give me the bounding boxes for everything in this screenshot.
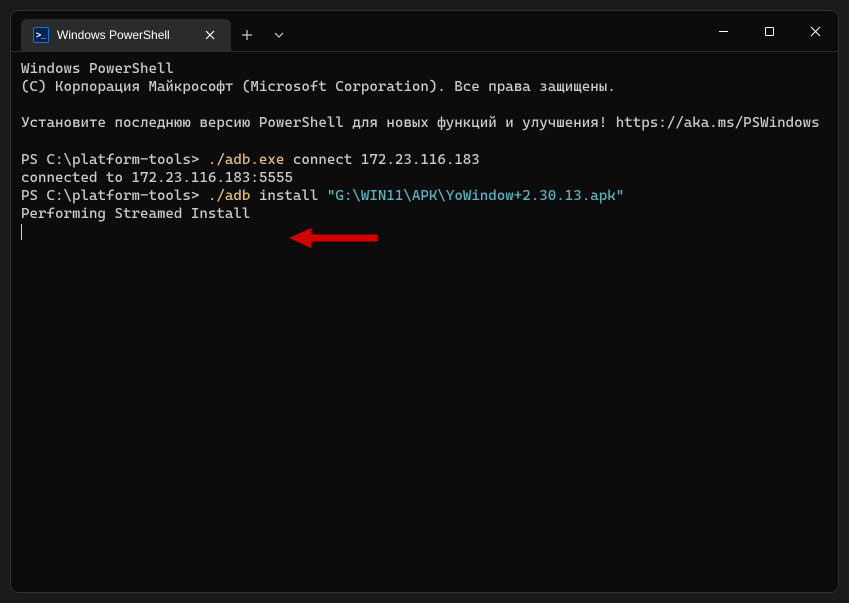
tab-title: Windows PowerShell <box>57 28 193 42</box>
chevron-down-icon <box>274 32 284 38</box>
prompt: PS C:\platform-tools> <box>21 152 208 168</box>
new-tab-button[interactable] <box>231 19 263 51</box>
powershell-icon: >_ <box>33 27 49 43</box>
command-executable: ./adb <box>208 188 250 204</box>
tab-powershell[interactable]: >_ Windows PowerShell <box>21 19 231 51</box>
command-path-string: "G:\WIN11\APK\YoWindow+2.30.13.apk" <box>327 188 624 204</box>
close-window-button[interactable] <box>792 11 838 51</box>
output-line: Установите последнюю версию PowerShell д… <box>21 114 828 132</box>
text-cursor <box>21 224 22 240</box>
prompt: PS C:\platform-tools> <box>21 188 208 204</box>
titlebar: >_ Windows PowerShell <box>11 11 838 51</box>
output-line: Windows PowerShell <box>21 60 828 78</box>
output-line: connected to 172.23.116.183:5555 <box>21 169 828 187</box>
command-args: install <box>250 188 326 204</box>
close-icon <box>205 30 215 40</box>
output-line: (C) Корпорация Майкрософт (Microsoft Cor… <box>21 78 828 96</box>
minimize-button[interactable] <box>700 11 746 51</box>
cursor-line <box>21 223 828 241</box>
tab-close-button[interactable] <box>201 26 219 44</box>
command-line: PS C:\platform-tools> ./adb.exe connect … <box>21 151 828 169</box>
minimize-icon <box>718 26 729 37</box>
output-line <box>21 96 828 114</box>
terminal-window: >_ Windows PowerShell <box>10 10 839 593</box>
plus-icon <box>241 29 253 41</box>
output-line <box>21 133 828 151</box>
command-line: PS C:\platform-tools> ./adb install "G:\… <box>21 187 828 205</box>
command-executable: ./adb.exe <box>208 152 284 168</box>
close-icon <box>810 26 821 37</box>
tab-dropdown-button[interactable] <box>263 19 295 51</box>
window-controls <box>700 11 838 51</box>
maximize-button[interactable] <box>746 11 792 51</box>
command-args: connect 172.23.116.183 <box>284 152 479 168</box>
tab-controls <box>231 19 295 51</box>
output-line: Performing Streamed Install <box>21 205 828 223</box>
terminal-content[interactable]: Windows PowerShell (C) Корпорация Майкро… <box>11 51 838 592</box>
maximize-icon <box>764 26 775 37</box>
